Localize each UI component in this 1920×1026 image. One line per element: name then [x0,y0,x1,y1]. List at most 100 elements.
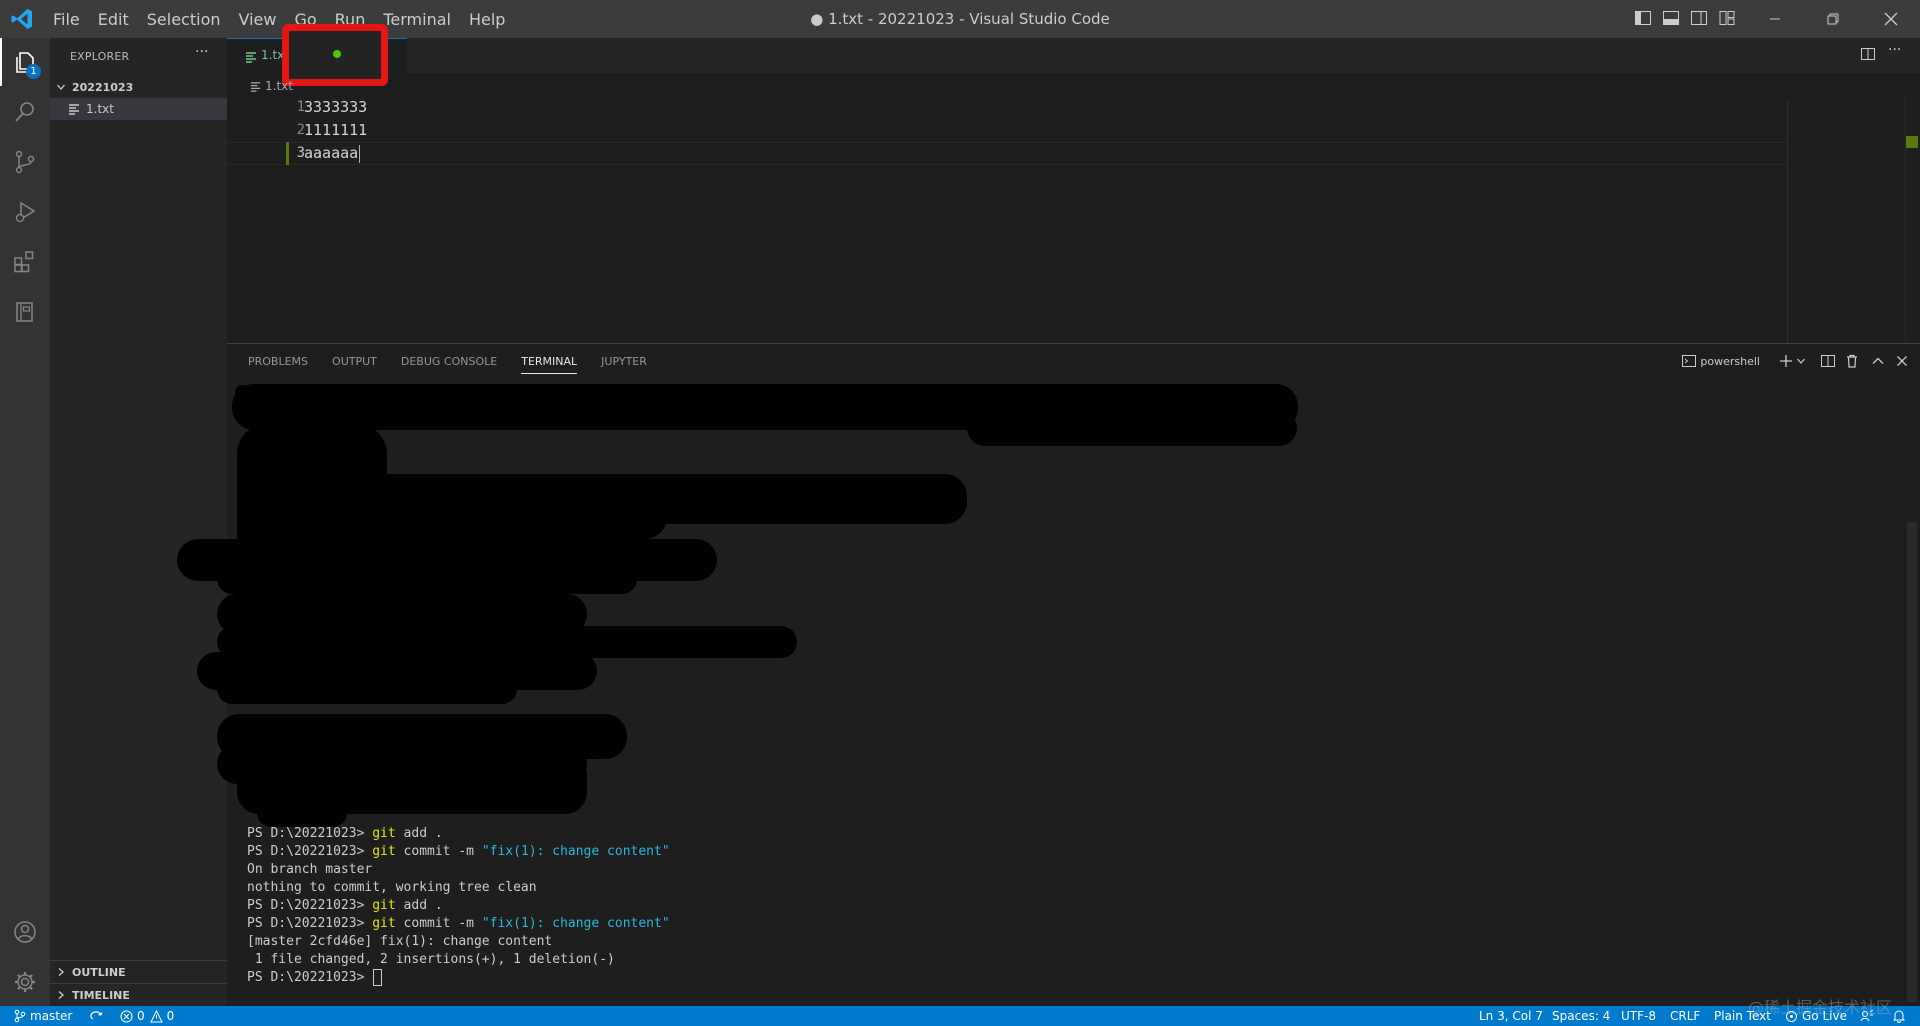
accounts-button[interactable] [0,908,50,956]
encoding[interactable]: UTF-8 [1621,1006,1656,1026]
sync-icon [90,1011,103,1020]
tab-debug-console[interactable]: DEBUG CONSOLE [401,344,497,380]
timeline-section[interactable]: TIMELINE [50,983,227,1006]
menu-terminal[interactable]: Terminal [383,10,451,29]
notifications-button[interactable] [1892,1006,1910,1026]
editor-line[interactable]: 2 1111111 [227,119,1787,142]
text-file-icon [250,81,261,92]
bell-icon [1892,1010,1906,1023]
breadcrumb-file[interactable]: 1.txt [265,79,293,93]
new-terminal-icon[interactable] [1778,353,1794,369]
chevron-right-icon [58,991,64,999]
restore-icon [1827,13,1839,25]
feedback-button[interactable] [1860,1006,1878,1026]
redaction-mark [247,494,667,539]
explorer-view-button[interactable]: 1 [0,38,50,86]
menu-file[interactable]: File [53,10,80,29]
toggle-panel-icon[interactable] [1662,9,1680,27]
explorer-title: EXPLORER [70,50,130,63]
tab-output[interactable]: OUTPUT [332,344,377,380]
folder-row[interactable]: 20221023 [50,76,227,98]
text-file-icon [246,52,256,63]
activity-bar: 1 [0,38,50,1006]
file-name: 1.txt [86,102,114,116]
run-debug-icon [15,201,36,223]
language-mode[interactable]: Plain Text [1714,1006,1771,1026]
go-live-button[interactable]: Go Live [1785,1006,1847,1026]
shell-name: powershell [1700,354,1760,368]
warning-count: 0 [166,1009,175,1023]
split-terminal-icon[interactable] [1820,353,1836,369]
text-editor[interactable]: 1 3333333 2 1111111 3 aaaaaa [227,96,1920,343]
terminal-line: PS D:\20221023> git commit -m "fix(1): c… [247,916,670,931]
editor-line[interactable]: 1 3333333 [227,96,1787,119]
window-controls [1746,0,1920,38]
timeline-label: TIMELINE [72,988,130,1002]
terminal-scrollbar[interactable] [1907,522,1917,1002]
terminal-selector[interactable]: powershell [1682,354,1760,368]
line-text[interactable]: aaaaaa [304,142,358,165]
manage-settings-button[interactable] [0,958,50,1006]
toggle-secondary-sidebar-icon[interactable] [1690,9,1708,27]
split-editor-icon[interactable] [1860,46,1876,62]
account-icon [14,921,36,943]
outline-section[interactable]: OUTLINE [50,960,227,983]
text-cursor [359,145,360,163]
trash-icon[interactable] [1844,353,1860,369]
overview-ruler[interactable] [1905,96,1920,343]
menu-selection[interactable]: Selection [147,10,221,29]
breadcrumb: 1.txt [250,76,293,96]
run-debug-view-button[interactable] [0,188,50,236]
toggle-primary-sidebar-icon[interactable] [1634,9,1652,27]
vscode-logo-icon [11,9,32,29]
branch-indicator[interactable]: master [14,1006,72,1026]
terminal-line: 1 file changed, 2 insertions(+), 1 delet… [247,952,615,967]
error-count: 0 [137,1009,145,1023]
menu-view[interactable]: View [239,10,277,29]
line-number: 1 [296,99,305,115]
menu-edit[interactable]: Edit [98,10,129,29]
terminal-line: PS D:\20221023> git commit -m "fix(1): c… [247,844,670,859]
terminal-line: On branch master [247,862,373,877]
source-control-view-button[interactable] [0,138,50,186]
tab-terminal[interactable]: TERMINAL [521,344,577,380]
close-icon[interactable] [1894,353,1910,369]
notebook-icon [16,302,33,322]
close-window-button[interactable] [1862,0,1920,38]
search-icon [15,102,34,122]
source-control-icon [15,150,35,174]
indentation[interactable]: Spaces: 4 [1552,1006,1610,1026]
line-text[interactable]: 1111111 [304,119,367,142]
search-view-button[interactable] [0,88,50,136]
menu-help[interactable]: Help [469,10,505,29]
sync-button[interactable] [88,1006,108,1026]
chevron-down-icon [57,84,65,90]
restore-button[interactable] [1804,0,1862,38]
editor-more-button[interactable]: ··· [1888,42,1901,58]
tab-jupyter[interactable]: JUPYTER [601,344,647,380]
file-row-1txt[interactable]: 1.txt [50,98,227,120]
line-ending[interactable]: CRLF [1670,1006,1700,1026]
extensions-icon [14,251,34,273]
chevron-down-icon[interactable] [1796,353,1806,369]
cursor-position[interactable]: Ln 3, Col 7 [1479,1006,1543,1026]
redaction-mark [257,799,347,827]
editor-line[interactable]: 3 aaaaaa [227,142,1787,165]
warning-icon [149,1009,163,1022]
line-number: 2 [296,122,305,138]
maximize-panel-icon[interactable] [1870,353,1886,369]
minimize-icon [1770,18,1780,20]
remote-explorer-view-button[interactable] [0,288,50,336]
explorer-more-button[interactable]: ··· [195,44,208,60]
extensions-view-button[interactable] [0,238,50,286]
branch-name: master [30,1009,73,1023]
terminal-prompt-line[interactable]: PS D:\20221023> [247,969,383,987]
explorer-sidebar: EXPLORER ··· 20221023 1.txt OUTLINE TIME… [50,38,227,1006]
unsaved-dot-icon[interactable] [333,50,341,58]
customize-layout-icon[interactable] [1718,9,1736,27]
line-text[interactable]: 3333333 [304,96,367,119]
problems-indicator[interactable]: 0 0 [120,1006,174,1026]
minimize-button[interactable] [1746,0,1804,38]
tab-problems[interactable]: PROBLEMS [248,344,308,380]
outline-label: OUTLINE [72,965,126,979]
